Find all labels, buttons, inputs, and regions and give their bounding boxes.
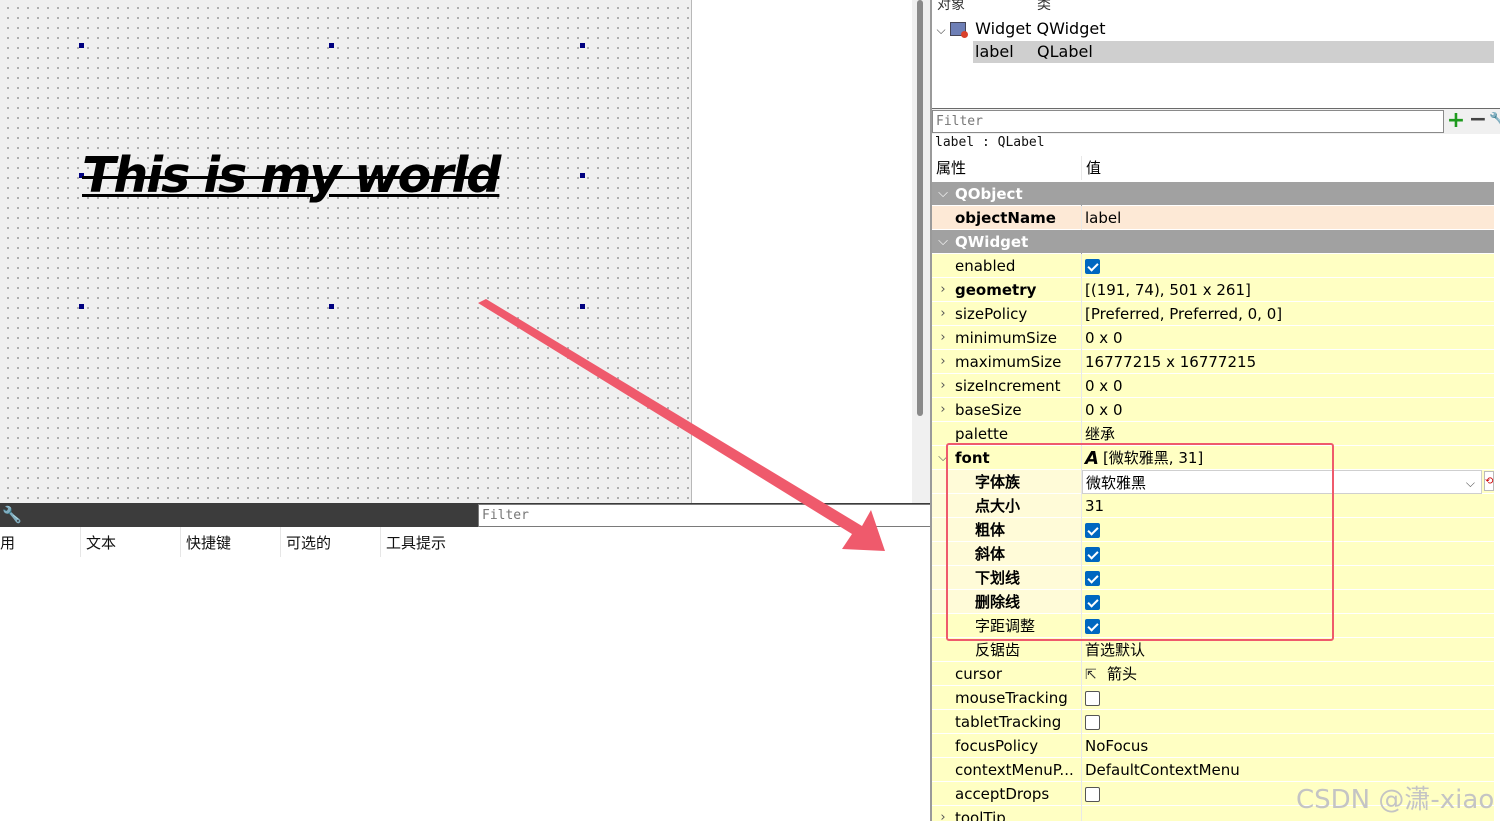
annotation-arrow xyxy=(478,299,885,551)
watermark: CSDN @潇-xiao xyxy=(1296,785,1495,815)
designer-window: This is my world 🔧 Filter 用 文本 快捷键 可选的 工… xyxy=(0,0,1500,821)
